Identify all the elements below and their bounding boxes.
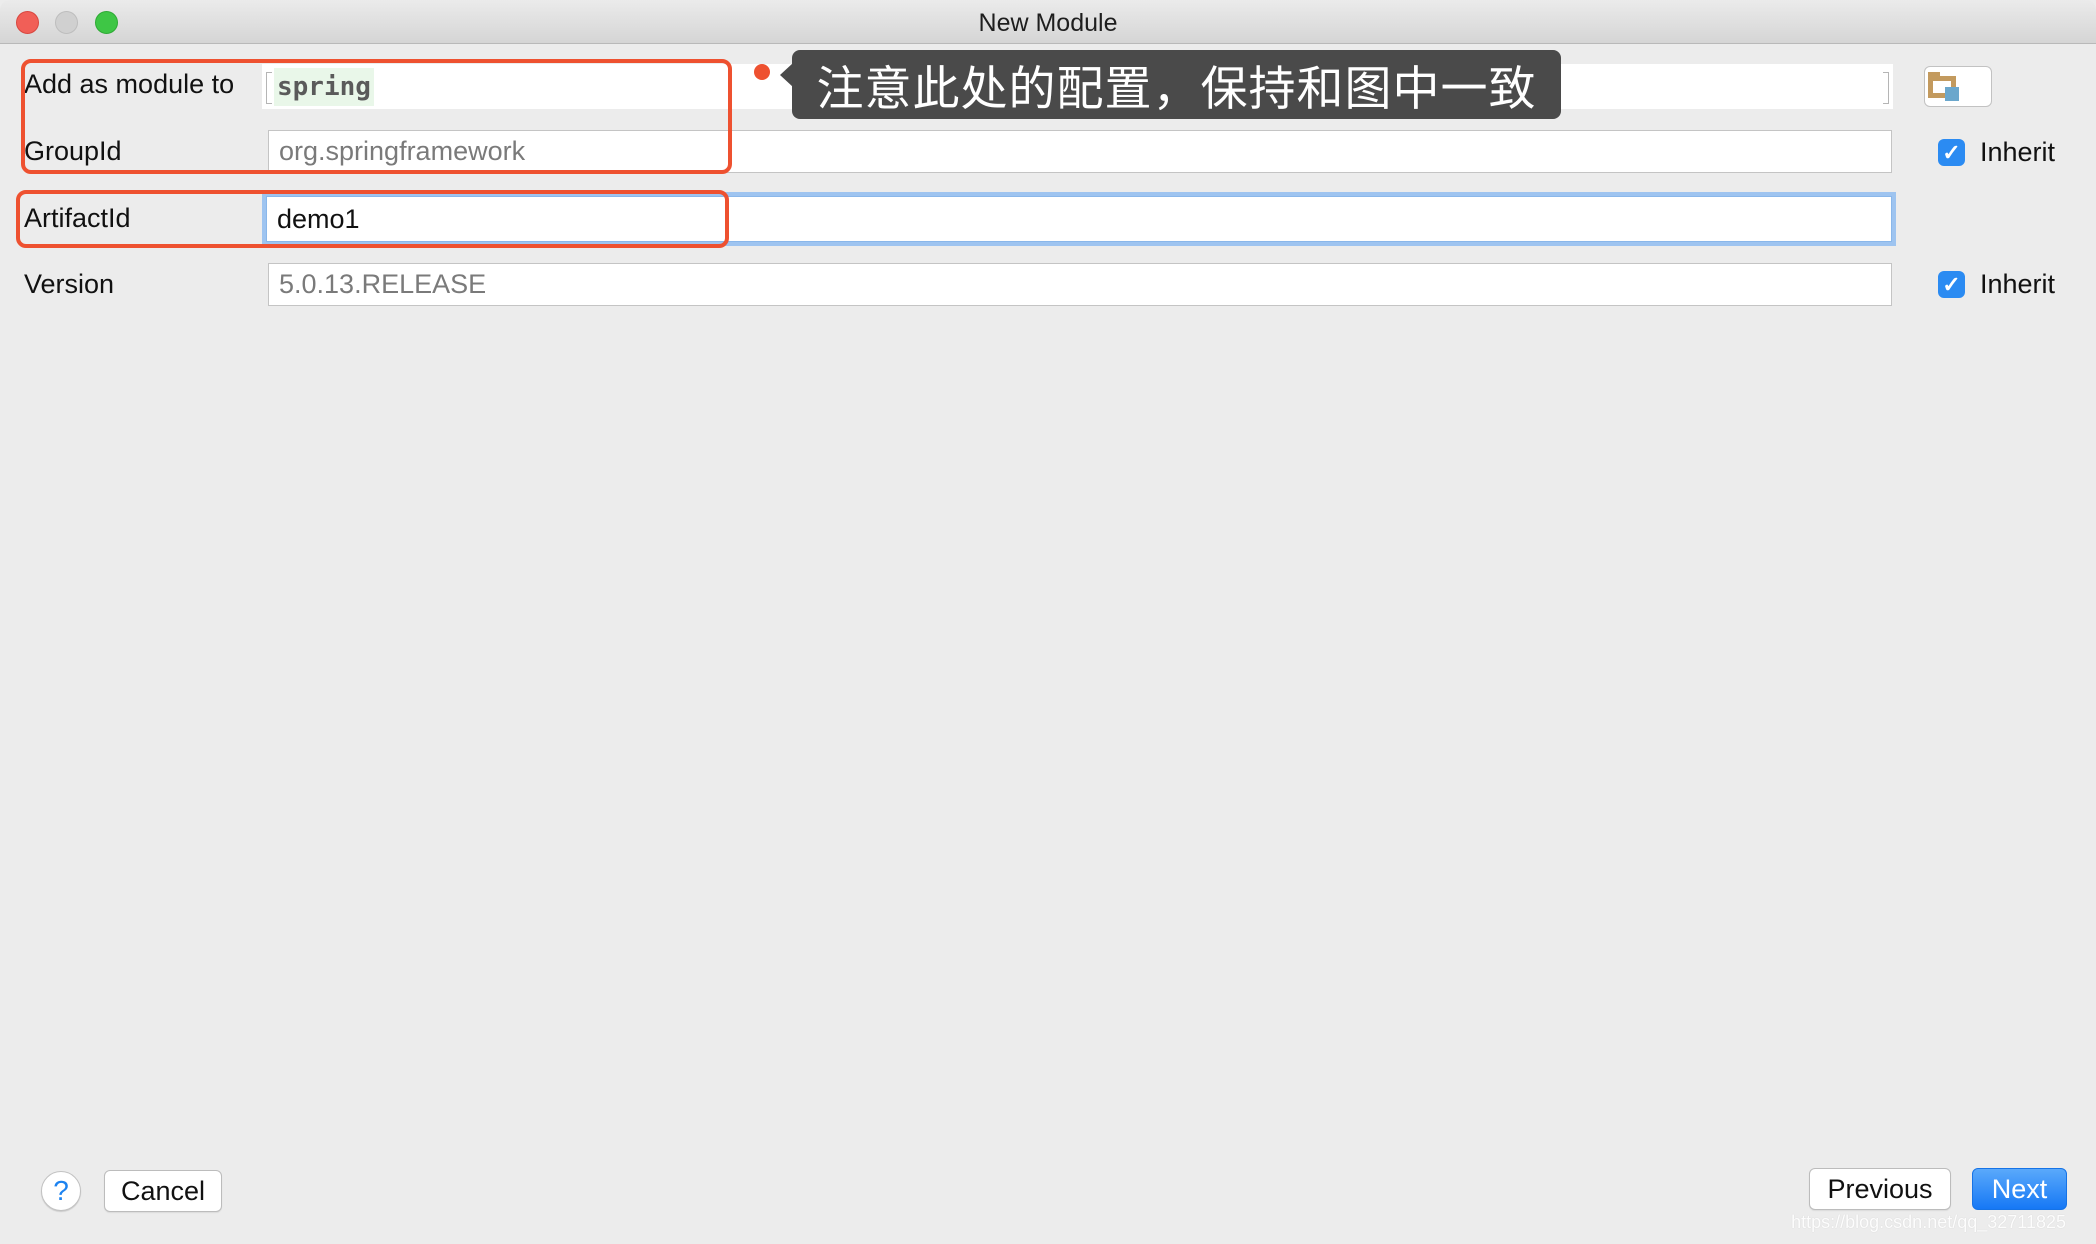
checkmark-icon: ✓ <box>1942 140 1961 165</box>
annotation-highlight-box-module-group <box>21 59 732 174</box>
window-title: New Module <box>978 9 1118 37</box>
question-mark-icon: ? <box>53 1175 69 1206</box>
next-button[interactable]: Next <box>1972 1168 2067 1210</box>
version-inherit-checkbox[interactable]: ✓ <box>1938 271 1965 298</box>
version-value: 5.0.13.RELEASE <box>279 269 487 299</box>
checkmark-icon: ✓ <box>1942 272 1961 297</box>
version-input[interactable]: 5.0.13.RELEASE <box>268 263 1892 306</box>
new-module-dialog: New Module Add as module to spring Group… <box>0 0 2096 1244</box>
annotation-bubble: 注意此处的配置，保持和图中一致 <box>792 50 1561 119</box>
annotation-highlight-box-artifact <box>16 190 729 248</box>
previous-button[interactable]: Previous <box>1809 1168 1951 1210</box>
title-bar: New Module <box>0 0 2096 44</box>
version-label: Version <box>24 269 115 299</box>
group-id-inherit-checkbox[interactable]: ✓ <box>1938 139 1965 166</box>
annotation-text: 注意此处的配置，保持和图中一致 <box>816 62 1537 117</box>
annotation-marker-dot <box>754 64 770 80</box>
version-inherit-label[interactable]: Inherit <box>1980 269 2055 300</box>
browse-parent-button[interactable] <box>1924 66 1992 107</box>
watermark: https://blog.csdn.net/qq_32711825 <box>1791 1212 2066 1232</box>
group-id-inherit-label[interactable]: Inherit <box>1980 137 2055 168</box>
cancel-button[interactable]: Cancel <box>104 1170 222 1212</box>
combo-bracket-right <box>1883 72 1889 104</box>
help-button[interactable]: ? <box>41 1171 81 1211</box>
